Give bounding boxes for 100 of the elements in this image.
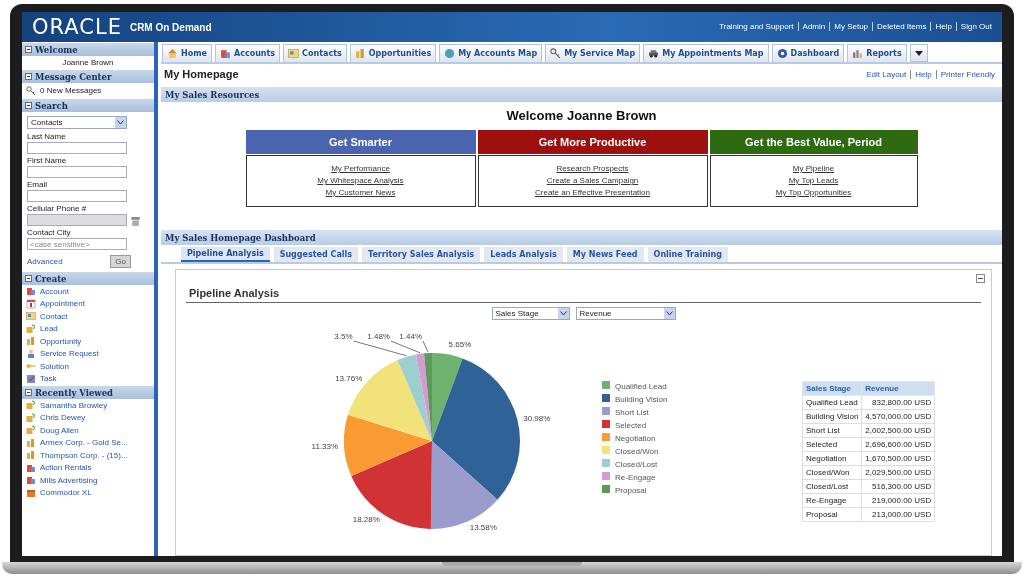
resource-link[interactable]: My Whitespace Analysis — [317, 175, 404, 187]
nav-tab[interactable]: Accounts — [214, 44, 281, 62]
table-cell: Negotiation — [802, 451, 862, 466]
nav-tab[interactable]: Dashboard — [771, 44, 845, 62]
legend-label: Building Vision — [615, 394, 668, 404]
section-title: Search — [35, 100, 68, 111]
legend-label: Proposal — [615, 485, 647, 495]
data-label: 18.28% — [352, 515, 380, 525]
section-header[interactable]: Create — [22, 272, 154, 285]
resource-link[interactable]: Create an Effective Presentation — [535, 187, 650, 199]
sidebar-link[interactable]: Samantha Browley — [22, 399, 154, 412]
chart-title: Pipeline Analysis — [186, 283, 981, 303]
sidebar-link[interactable]: Task — [22, 372, 154, 385]
record-type-select[interactable]: Contacts — [27, 116, 127, 129]
table-cell: 516,300.00 USD — [861, 479, 935, 494]
data-label: 13.76% — [335, 373, 363, 383]
field-label: Contact City — [27, 228, 72, 238]
page-link[interactable]: Help — [910, 69, 936, 79]
table-cell: 219,000.00 USD — [861, 493, 935, 508]
table-cell: 2,029,500.00 USD — [861, 465, 935, 480]
section-title: My Sales Resources — [165, 89, 260, 100]
sidebar-link[interactable]: Doug Allen — [22, 424, 154, 437]
section-title: Create — [35, 273, 67, 284]
subtab[interactable]: Territory Sales Analysis — [362, 247, 481, 262]
input-field[interactable]: <case sensitive> — [27, 238, 127, 250]
section-title: My Sales Homepage Dashboard — [165, 232, 316, 243]
page-link[interactable]: Edit Layout — [862, 69, 911, 79]
header-link[interactable]: Help — [930, 22, 956, 31]
resource-link[interactable]: My Top Opportunities — [775, 187, 852, 199]
advanced-link[interactable]: Advanced — [27, 257, 63, 266]
section-title: Message Center — [35, 71, 112, 82]
header-link[interactable]: Training and Support — [715, 22, 798, 31]
section-header[interactable]: Welcome — [22, 43, 154, 56]
nav-tab[interactable]: Reports — [847, 44, 907, 62]
table-cell: Closed/Won — [802, 465, 862, 480]
sidebar-link[interactable]: Service Request — [22, 347, 154, 360]
sidebar-link[interactable]: Commodor XL — [22, 486, 154, 499]
user-name: Joanne Brown — [61, 57, 115, 69]
sidebar-link[interactable]: Appointment — [22, 297, 154, 310]
sidebar-link[interactable]: Opportunity — [22, 335, 154, 348]
sidebar-link[interactable]: Thompson Corp. - (15)... — [22, 449, 154, 462]
logo: ORACLE — [32, 16, 122, 38]
subtab[interactable]: Suggested Calls — [273, 247, 359, 262]
section-header[interactable]: Search — [22, 99, 154, 112]
dropdown[interactable]: Sales Stage — [491, 307, 570, 320]
subtab[interactable]: Pipeline Analysis — [181, 247, 270, 262]
sidebar-link[interactable]: Chris Dewey — [22, 411, 154, 424]
select-value: Revenue — [579, 309, 612, 318]
table-cell: 2,002,500.00 USD — [861, 423, 935, 438]
table-cell: Re-Engage — [802, 493, 862, 508]
column-header[interactable]: Revenue — [861, 381, 935, 396]
table-cell: Short List — [802, 423, 862, 438]
resource-heading: Get Smarter — [244, 129, 477, 155]
resource-link[interactable]: Research Prospects — [556, 163, 629, 175]
table-cell: Building Vision — [802, 409, 862, 424]
nav-tab[interactable]: Opportunities — [349, 44, 437, 62]
select-value: Sales Stage — [495, 309, 539, 318]
table-cell: Proposal — [802, 507, 862, 522]
data-label: 11.33% — [311, 442, 339, 451]
field-label: First Name — [27, 156, 68, 166]
table-cell: Qualified Lead — [802, 395, 862, 410]
subtab[interactable]: Online Training — [647, 247, 728, 262]
resource-link[interactable]: My Top Leads — [788, 175, 839, 187]
column-header[interactable]: Sales Stage — [802, 381, 862, 396]
resource-link[interactable]: My Performance — [331, 163, 390, 175]
legend-label: Closed/Lost — [615, 459, 658, 469]
legend-label: Short List — [615, 407, 649, 417]
messages-link[interactable]: 0 New Messages — [40, 86, 102, 95]
resource-link[interactable]: My Pipeline — [792, 163, 835, 175]
subtab[interactable]: Leads Analysis — [484, 247, 563, 262]
nav-tab[interactable]: Contacts — [283, 44, 347, 62]
header-link[interactable]: My Setup — [829, 22, 873, 31]
nav-tab[interactable]: My Service Map — [545, 44, 641, 62]
header-link[interactable]: Admin — [797, 22, 830, 31]
field-label: Last Name — [27, 132, 67, 142]
sidebar-link[interactable]: Account — [22, 285, 154, 298]
data-label: 1.44% — [399, 332, 422, 341]
sidebar-link[interactable]: Mills Advertising — [22, 474, 154, 487]
sidebar-link[interactable]: Contact — [22, 310, 154, 323]
header-link[interactable]: Deleted Items — [872, 22, 931, 31]
page-link[interactable]: Printer Friendly — [935, 69, 999, 79]
section-header[interactable]: Recently Viewed — [22, 386, 154, 399]
nav-tab[interactable]: My Appointments Map — [643, 44, 769, 62]
resource-link[interactable]: My Customer News — [325, 187, 396, 199]
resource-link[interactable]: Create a Sales Campaign — [546, 175, 639, 187]
nav-tab[interactable]: My Accounts Map — [439, 44, 543, 62]
data-label: 5.65% — [448, 340, 472, 350]
sidebar-link[interactable]: Armex Corp. - Gold Se... — [22, 436, 154, 449]
nav-tab[interactable]: Home — [162, 44, 212, 62]
legend-label: Selected — [615, 420, 647, 430]
dropdown[interactable]: Revenue — [575, 307, 676, 320]
section-header[interactable]: Message Center — [22, 70, 154, 83]
subtab[interactable]: My News Feed — [566, 247, 644, 262]
header-link[interactable]: Sign Out — [955, 22, 996, 31]
sidebar-link[interactable]: Action Rentals — [22, 461, 154, 474]
product-name: CRM On Demand — [129, 21, 212, 33]
sidebar-link[interactable]: Lead — [22, 322, 154, 335]
resource-heading: Get the Best Value, Period — [708, 129, 919, 155]
sidebar-link[interactable]: Solution — [22, 360, 154, 373]
select-value: Contacts — [31, 118, 63, 127]
